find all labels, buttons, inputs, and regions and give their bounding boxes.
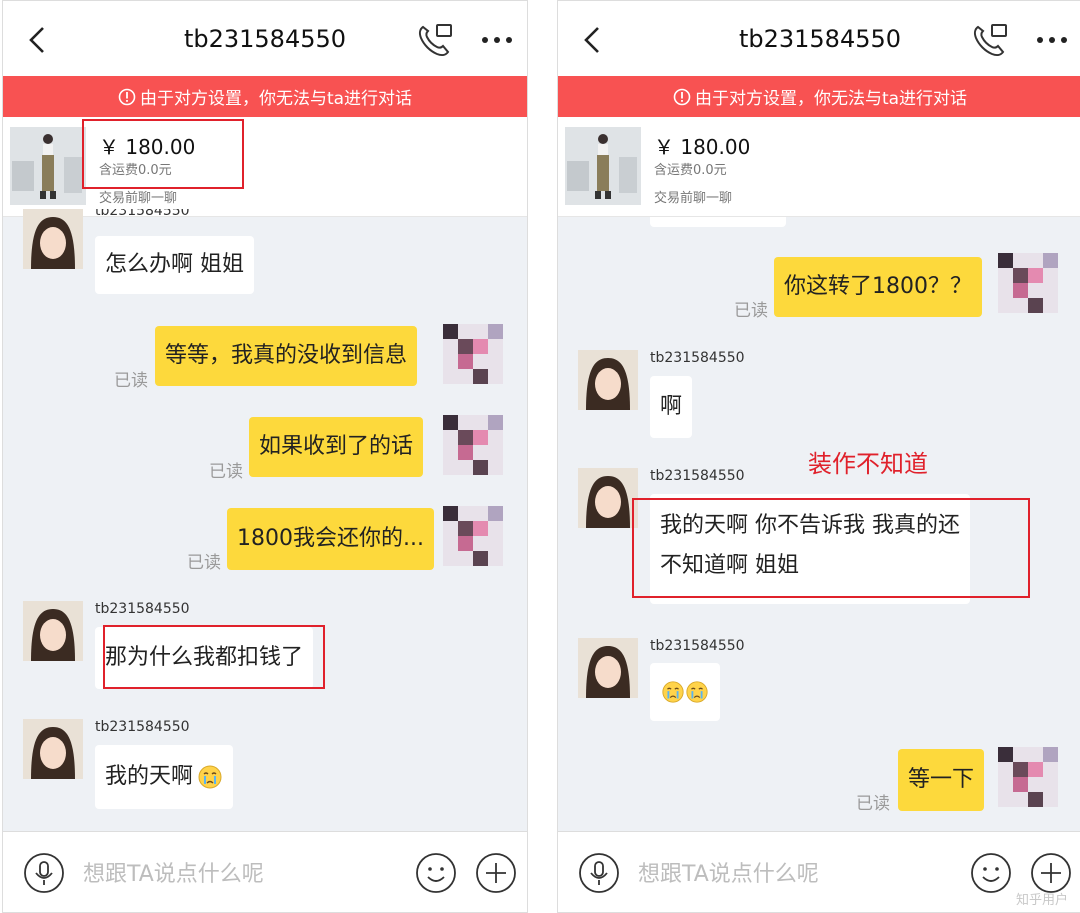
smiley-icon[interactable] <box>970 852 1012 894</box>
chevron-left-icon[interactable] <box>580 25 606 55</box>
restriction-banner: 由于对方设置，你无法与ta进行对话 <box>3 76 527 117</box>
banner-text: 由于对方设置，你无法与ta进行对话 <box>694 89 968 109</box>
more-dots-icon[interactable] <box>1032 27 1072 53</box>
message-bubble[interactable]: 如果收到了的话 <box>249 417 424 477</box>
avatar[interactable] <box>443 324 503 384</box>
input-bar <box>3 831 527 912</box>
avatar[interactable] <box>443 506 503 566</box>
sender-name: tb231584550 <box>650 638 745 654</box>
chat-before-trade: 交易前聊一聊 <box>654 191 733 206</box>
message-bubble[interactable]: 那为什么我都扣钱了 <box>95 627 314 689</box>
input-bar: 知乎用户 <box>558 831 1080 912</box>
message-input[interactable] <box>638 852 958 896</box>
plus-circle-icon[interactable] <box>1030 852 1072 894</box>
chat-header: tb231584550 <box>558 1 1080 76</box>
product-card[interactable]: ￥ 180.00 含运费0.0元 交易前聊一聊 <box>3 117 527 217</box>
watermark: 知乎用户 <box>1015 893 1068 908</box>
product-card[interactable]: ￥ 180.00 含运费0.0元 交易前聊一聊 <box>558 117 1080 217</box>
read-status: 已读 <box>114 371 148 391</box>
read-status: 已读 <box>187 553 221 573</box>
sender-name: tb231584550 <box>650 350 745 366</box>
read-status: 已读 <box>734 301 768 321</box>
read-status: 已读 <box>856 794 890 814</box>
phone-icon[interactable] <box>415 21 455 59</box>
message-input[interactable] <box>83 852 403 896</box>
message-bubble[interactable]: 1800我会还你的... <box>227 508 434 570</box>
avatar[interactable] <box>23 601 83 661</box>
message-text-line: 我的天啊 你不告诉我 我真的还 <box>660 513 960 538</box>
avatar[interactable] <box>578 350 638 410</box>
chat-before-trade: 交易前聊一聊 <box>99 191 178 206</box>
annotation-note: 装作不知道 <box>808 450 928 478</box>
message-text-line: 不知道啊 姐姐 <box>660 553 799 578</box>
message-bubble[interactable]: 怎么办啊 姐姐 <box>95 236 254 294</box>
avatar[interactable] <box>998 253 1058 313</box>
avatar[interactable] <box>23 209 83 269</box>
message-bubble[interactable] <box>650 663 720 721</box>
sender-name: tb231584550 <box>95 719 190 735</box>
plus-circle-icon[interactable] <box>475 852 517 894</box>
chat-header: tb231584550 <box>3 1 527 76</box>
message-bubble[interactable]: 等等，我真的没收到信息 <box>155 326 418 386</box>
exclamation-circle-icon <box>118 88 136 105</box>
smiley-icon[interactable] <box>415 852 457 894</box>
chat-screen-right: tb231584550 由于对方设置，你无法与ta进行对话 ￥ 180.00 含… <box>557 0 1080 913</box>
restriction-banner: 由于对方设置，你无法与ta进行对话 <box>558 76 1080 117</box>
exclamation-circle-icon <box>673 88 691 105</box>
message-text: 我的天啊 <box>105 764 194 789</box>
product-price: ￥ 180.00 <box>99 135 196 159</box>
product-thumbnail <box>565 127 641 205</box>
message-bubble[interactable]: 啊 <box>650 376 693 438</box>
product-price: ￥ 180.00 <box>654 135 751 159</box>
avatar[interactable] <box>578 468 638 528</box>
more-dots-icon[interactable] <box>477 27 517 53</box>
crying-face-icon <box>686 681 708 703</box>
scrolled-bubble-edge <box>650 217 786 227</box>
chevron-left-icon[interactable] <box>25 25 51 55</box>
microphone-icon[interactable] <box>578 852 620 894</box>
sender-name: tb231584550 <box>95 601 190 617</box>
crying-face-icon <box>662 681 684 703</box>
message-bubble[interactable]: 等一下 <box>898 749 985 811</box>
sender-name: tb231584550 <box>650 468 745 484</box>
message-bubble[interactable]: 我的天啊 你不告诉我 我真的还 不知道啊 姐姐 <box>650 494 970 604</box>
avatar[interactable] <box>23 719 83 779</box>
message-bubble[interactable]: 你这转了1800？？ <box>774 257 982 317</box>
sender-name: tb231584550 <box>95 209 190 219</box>
avatar[interactable] <box>443 415 503 475</box>
shipping-fee: 含运费0.0元 <box>654 163 727 178</box>
chat-screen-left: tb231584550 由于对方设置，你无法与ta进行对话 ￥ 180.00 含… <box>2 0 528 913</box>
avatar[interactable] <box>578 638 638 698</box>
shipping-fee: 含运费0.0元 <box>99 163 172 178</box>
avatar[interactable] <box>998 747 1058 807</box>
product-thumbnail <box>10 127 86 205</box>
phone-icon[interactable] <box>970 21 1010 59</box>
crying-face-icon <box>198 765 222 789</box>
message-bubble[interactable]: 我的天啊 <box>95 745 234 809</box>
microphone-icon[interactable] <box>23 852 65 894</box>
banner-text: 由于对方设置，你无法与ta进行对话 <box>139 89 413 109</box>
read-status: 已读 <box>209 462 243 482</box>
